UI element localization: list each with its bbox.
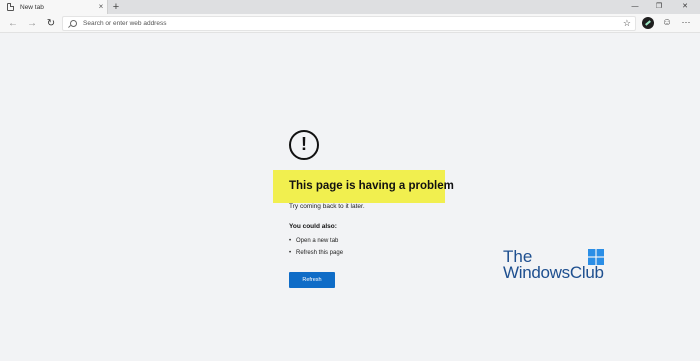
feedback-smiley-icon[interactable]: ☺ [661, 17, 673, 29]
search-icon [70, 20, 77, 27]
error-heading: This page is having a problem [289, 180, 454, 192]
tab-close-icon[interactable]: × [95, 0, 107, 14]
refresh-icon[interactable]: ↻ [44, 17, 58, 31]
address-bar[interactable]: ☆ [62, 16, 636, 31]
close-window-icon[interactable]: ✕ [674, 0, 696, 14]
toolbar: ← → ↻ ☆ ☺ ⋯ [0, 14, 700, 33]
more-menu-icon[interactable]: ⋯ [680, 17, 692, 29]
new-tab-button[interactable]: + [110, 0, 122, 14]
page-icon [7, 3, 14, 11]
minimize-icon[interactable]: — [624, 0, 646, 14]
watermark-line2: WindowsClub [503, 263, 604, 282]
extension-icon[interactable] [642, 17, 654, 29]
error-subtext: Try coming back to it later. [289, 203, 365, 210]
refresh-button[interactable]: Refresh [289, 272, 335, 288]
suggestions-heading: You could also: [289, 223, 337, 230]
suggestions-list: Open a new tab Refresh this page [289, 235, 343, 259]
forward-icon[interactable]: → [25, 17, 39, 31]
address-input[interactable] [83, 17, 603, 30]
alert-icon: ! [289, 130, 319, 160]
favorite-star-icon[interactable]: ☆ [623, 17, 631, 30]
restore-icon[interactable]: ❐ [648, 0, 670, 14]
back-icon[interactable]: ← [6, 17, 20, 31]
list-item: Open a new tab [289, 235, 343, 247]
title-bar: New tab × + — ❐ ✕ [0, 0, 700, 14]
tab-title: New tab [20, 3, 44, 11]
list-item: Refresh this page [289, 247, 343, 259]
tab-new-tab[interactable]: New tab × [0, 0, 108, 14]
error-page: ! This page is having a problem Try comi… [0, 34, 700, 361]
windows-logo-icon [588, 249, 604, 265]
